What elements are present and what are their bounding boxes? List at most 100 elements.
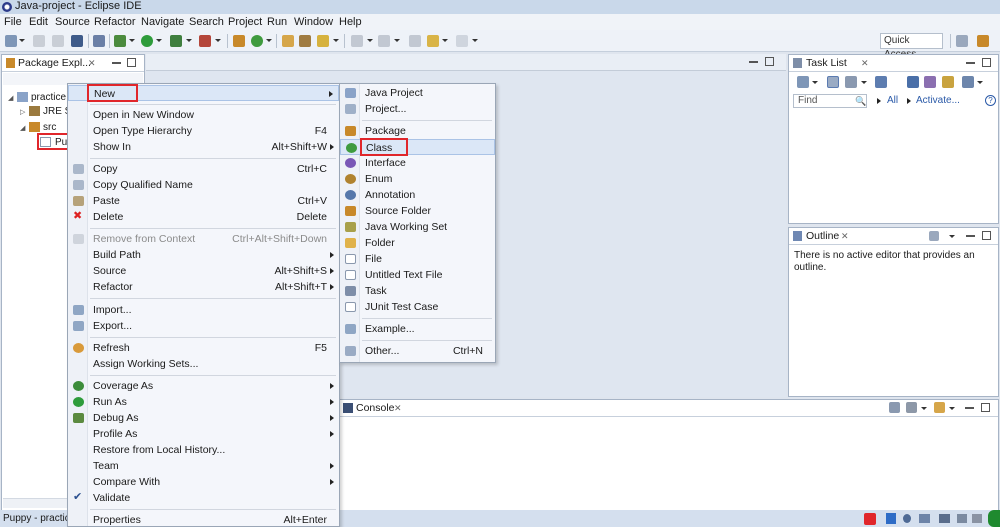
terminal-icon[interactable] <box>71 35 83 47</box>
menu-help[interactable]: Help <box>339 15 362 29</box>
find-input[interactable]: Find 🔍 <box>793 94 867 108</box>
menu-item-paste[interactable]: Paste Ctrl+V <box>68 193 339 209</box>
view-menu-icon[interactable] <box>962 76 974 88</box>
menu-item-task[interactable]: Task <box>340 283 495 299</box>
focus-icon[interactable] <box>929 231 939 241</box>
menu-item-run-as[interactable]: Run As <box>68 394 339 410</box>
language-icon[interactable] <box>886 513 896 524</box>
notification-icon[interactable] <box>988 510 1000 527</box>
chevron-down-icon[interactable] <box>394 39 400 42</box>
menu-navigate[interactable]: Navigate <box>141 15 184 29</box>
chevron-down-icon[interactable] <box>333 39 339 42</box>
debug-icon[interactable] <box>114 35 126 47</box>
chevron-down-icon[interactable] <box>129 39 135 42</box>
close-icon[interactable]: ✕ <box>88 57 96 69</box>
search-icon[interactable]: 🔍 <box>855 96 866 107</box>
collapse-icon[interactable]: ▷ <box>20 108 25 116</box>
focus-icon[interactable] <box>875 76 887 88</box>
menu-item-validate[interactable]: ✔ Validate <box>68 490 339 506</box>
menu-item-other[interactable]: Other... Ctrl+N <box>340 343 495 359</box>
external-tools-icon[interactable] <box>199 35 211 47</box>
menu-search[interactable]: Search <box>189 15 224 29</box>
menu-item-copy[interactable]: Copy Ctrl+C <box>68 161 339 177</box>
menu-window[interactable]: Window <box>294 15 333 29</box>
menu-item-java-project[interactable]: Java Project <box>340 85 495 101</box>
menu-item-build-path[interactable]: Build Path <box>68 247 339 263</box>
minimize-icon[interactable] <box>966 62 975 64</box>
view-menu-icon[interactable] <box>949 235 955 238</box>
new-icon[interactable] <box>5 35 17 47</box>
menu-item-restore-local-history[interactable]: Restore from Local History... <box>68 442 339 458</box>
chevron-down-icon[interactable] <box>186 39 192 42</box>
menu-item-compare-with[interactable]: Compare With <box>68 474 339 490</box>
menu-item-export[interactable]: Export... <box>68 318 339 334</box>
outline-tab[interactable]: Outline ✕ <box>789 228 998 245</box>
menu-item-example[interactable]: Example... <box>340 321 495 337</box>
menu-item-open-type-hierarchy[interactable]: Open Type Hierarchy F4 <box>68 123 339 139</box>
chevron-down-icon[interactable] <box>266 39 272 42</box>
menu-item-remove-from-context[interactable]: Remove from Context Ctrl+Alt+Shift+Down <box>68 231 339 247</box>
java-perspective-icon[interactable] <box>977 35 989 47</box>
forward-icon[interactable] <box>456 35 468 47</box>
open-task-icon[interactable] <box>299 35 311 47</box>
collapse-all-icon[interactable] <box>907 76 919 88</box>
menu-item-folder[interactable]: Folder <box>340 235 495 251</box>
expand-icon[interactable]: ◢ <box>20 124 25 132</box>
chevron-down-icon[interactable] <box>19 39 25 42</box>
maximize-icon[interactable] <box>127 58 136 67</box>
open-console-icon[interactable] <box>934 402 945 413</box>
search-icon[interactable] <box>317 35 329 47</box>
menu-item-open-new-window[interactable]: Open in New Window <box>68 107 339 123</box>
categorize-icon[interactable] <box>827 76 839 88</box>
new-package-icon[interactable] <box>233 35 245 47</box>
expand-icon[interactable]: ◢ <box>8 94 13 102</box>
menu-item-assign-working-sets[interactable]: Assign Working Sets... <box>68 356 339 372</box>
menu-item-coverage-as[interactable]: Coverage As <box>68 378 339 394</box>
menu-item-properties[interactable]: Properties Alt+Enter <box>68 512 339 527</box>
close-icon[interactable]: ✕ <box>394 402 402 414</box>
chevron-down-icon[interactable] <box>215 39 221 42</box>
chevron-down-icon[interactable] <box>949 407 955 410</box>
menu-item-copy-qualified-name[interactable]: Copy Qualified Name <box>68 177 339 193</box>
settings-icon[interactable] <box>972 514 982 523</box>
help-icon[interactable]: ? <box>985 95 996 106</box>
chevron-down-icon[interactable] <box>977 81 983 84</box>
menu-item-team[interactable]: Team <box>68 458 339 474</box>
minimize-icon[interactable] <box>965 407 974 409</box>
menu-item-import[interactable]: Import... <box>68 302 339 318</box>
next-annotation-icon[interactable] <box>351 35 363 47</box>
menu-refactor[interactable]: Refactor <box>94 15 136 29</box>
task-list-tab[interactable]: Task List ✕ <box>789 55 998 72</box>
menu-item-java-working-set[interactable]: Java Working Set <box>340 219 495 235</box>
menu-item-interface[interactable]: Interface <box>340 155 495 171</box>
chevron-down-icon[interactable] <box>861 81 867 84</box>
menu-item-annotation[interactable]: Annotation <box>340 187 495 203</box>
save-icon[interactable] <box>33 35 45 47</box>
menu-item-package[interactable]: Package <box>340 123 495 139</box>
schedule-icon[interactable] <box>845 76 857 88</box>
hide-completed-icon[interactable] <box>924 76 936 88</box>
user-icon[interactable] <box>957 514 967 523</box>
activate-link[interactable]: Activate... <box>916 95 960 107</box>
minimize-icon[interactable] <box>749 61 758 63</box>
chevron-down-icon[interactable] <box>367 39 373 42</box>
chevron-down-icon[interactable] <box>812 81 818 84</box>
chevron-down-icon[interactable] <box>921 407 927 410</box>
skip-breakpoints-icon[interactable] <box>93 35 105 47</box>
menu-file[interactable]: File <box>4 15 22 29</box>
menu-run[interactable]: Run <box>267 15 287 29</box>
maximize-icon[interactable] <box>981 403 990 412</box>
menu-item-source-folder[interactable]: Source Folder <box>340 203 495 219</box>
minimize-icon[interactable] <box>966 235 975 237</box>
open-perspective-icon[interactable] <box>956 35 968 47</box>
quick-access-input[interactable]: Quick Access <box>880 33 943 60</box>
close-icon[interactable]: ✕ <box>861 57 869 69</box>
chevron-down-icon[interactable] <box>442 39 448 42</box>
package-explorer-tab[interactable]: Package Expl... ✕ <box>2 55 144 72</box>
menu-item-untitled-text-file[interactable]: Untitled Text File <box>340 267 495 283</box>
run-icon[interactable] <box>141 35 153 47</box>
all-link[interactable]: All <box>887 95 898 107</box>
ime-icon[interactable] <box>864 513 876 525</box>
minimize-icon[interactable] <box>112 62 121 64</box>
menu-item-delete[interactable]: ✖ Delete Delete <box>68 209 339 225</box>
